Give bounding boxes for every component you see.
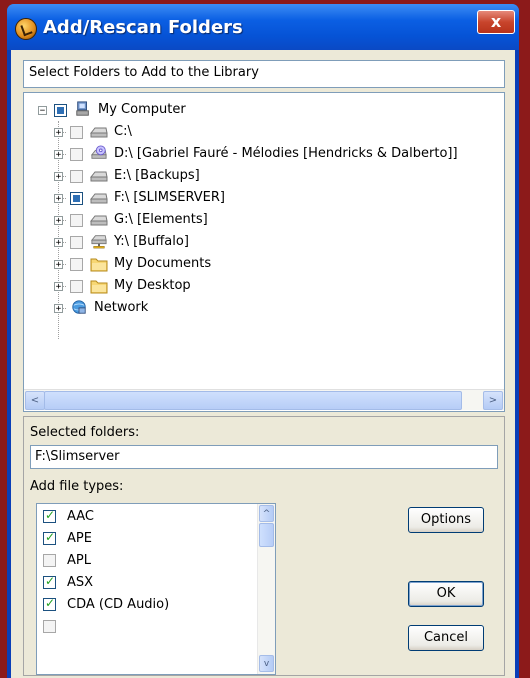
selected-folders-label: Selected folders: — [30, 425, 140, 440]
tree-label: My Desktop — [114, 278, 191, 293]
tree-label: F:\ [SLIMSERVER] — [114, 190, 225, 205]
file-type-label: APE — [67, 531, 92, 546]
tree-item-drive-g[interactable]: + G:\ [Elements] — [24, 209, 504, 231]
file-type-checkbox[interactable] — [43, 620, 56, 633]
scroll-up-button[interactable]: ^ — [259, 505, 274, 522]
scroll-thumb[interactable] — [259, 523, 274, 547]
folder-icon — [90, 258, 108, 272]
file-types-label: Add file types: — [30, 479, 124, 494]
tree-item-drive-y[interactable]: + Y:\ [Buffalo] — [24, 231, 504, 253]
tree-item-my-desktop[interactable]: + My Desktop — [24, 275, 504, 297]
expand-icon[interactable]: + — [54, 282, 63, 292]
selected-folders-value: F:\Slimserver — [35, 449, 120, 464]
ok-button[interactable]: OK — [408, 581, 484, 607]
expand-icon[interactable]: + — [54, 216, 63, 226]
folder-tree[interactable]: − My Computer + C:\ + D:\ [Gabriel Fauré… — [23, 92, 505, 412]
prompt-text: Select Folders to Add to the Library — [29, 65, 259, 80]
tree-item-drive-d[interactable]: + D:\ [Gabriel Fauré - Mélodies [Hendric… — [24, 143, 504, 165]
tree-item-drive-c[interactable]: + C:\ — [24, 121, 504, 143]
dialog-window: Add/Rescan Folders x Select Folders to A… — [7, 4, 519, 678]
close-button[interactable]: x — [477, 10, 515, 34]
drive-icon — [90, 193, 108, 204]
file-type-checkbox[interactable] — [43, 574, 56, 589]
tree-checkbox[interactable] — [70, 148, 83, 161]
options-panel: Selected folders: F:\Slimserver Add file… — [23, 416, 505, 676]
expand-icon[interactable]: + — [54, 304, 63, 314]
tree-label: My Documents — [114, 256, 212, 271]
tree-item-drive-f[interactable]: + F:\ [SLIMSERVER] — [24, 187, 504, 209]
scroll-left-button[interactable]: < — [25, 391, 45, 410]
prompt-box: Select Folders to Add to the Library — [23, 60, 505, 88]
file-type-checkbox[interactable] — [43, 530, 56, 545]
tree-checkbox[interactable] — [70, 236, 83, 249]
expand-icon[interactable]: + — [54, 150, 63, 160]
file-type-checkbox[interactable] — [43, 554, 56, 567]
drive-icon — [90, 171, 108, 182]
computer-icon — [76, 101, 89, 116]
tree-checkbox[interactable] — [70, 258, 83, 271]
selected-folders-field[interactable]: F:\Slimserver — [30, 445, 498, 469]
options-button[interactable]: Options — [408, 507, 484, 533]
expand-icon[interactable]: + — [54, 194, 63, 204]
tree-label: G:\ [Elements] — [114, 212, 208, 227]
expand-icon[interactable]: + — [54, 172, 63, 182]
app-icon — [15, 18, 37, 40]
file-type-checkbox[interactable] — [43, 508, 56, 523]
window-title: Add/Rescan Folders — [43, 17, 243, 38]
tree-item-drive-e[interactable]: + E:\ [Backups] — [24, 165, 504, 187]
file-type-label: APL — [67, 553, 91, 568]
file-type-checkbox[interactable] — [43, 596, 56, 611]
tree-item-my-documents[interactable]: + My Documents — [24, 253, 504, 275]
folder-icon — [90, 280, 108, 294]
scroll-down-button[interactable]: v — [259, 655, 274, 672]
drive-icon — [90, 127, 108, 138]
scroll-right-button[interactable]: > — [483, 391, 503, 410]
expand-icon[interactable]: + — [54, 260, 63, 270]
cancel-button[interactable]: Cancel — [408, 625, 484, 651]
tree-label: Network — [94, 300, 149, 315]
network-drive-icon — [90, 235, 107, 249]
tree-label: Y:\ [Buffalo] — [114, 234, 189, 249]
tree-checkbox[interactable] — [54, 104, 67, 117]
window-frame: Add/Rescan Folders x Select Folders to A… — [0, 0, 530, 678]
network-icon — [72, 300, 86, 314]
tree-item-my-computer[interactable]: − My Computer — [24, 99, 504, 121]
collapse-icon[interactable]: − — [38, 106, 47, 116]
tree-checkbox[interactable] — [70, 214, 83, 227]
file-type-label: AAC — [67, 509, 94, 524]
tree-checkbox[interactable] — [70, 192, 83, 205]
vertical-scrollbar[interactable]: ^ v — [257, 504, 275, 674]
scroll-thumb[interactable] — [44, 391, 462, 410]
file-types-list[interactable]: AAC APE APL ASX — [36, 503, 276, 675]
tree-label: My Computer — [98, 102, 186, 117]
tree-checkbox[interactable] — [70, 170, 83, 183]
horizontal-scrollbar[interactable]: < > — [24, 389, 504, 410]
expand-icon[interactable]: + — [54, 128, 63, 138]
drive-icon — [90, 215, 108, 226]
file-type-label: ASX — [67, 575, 94, 590]
tree-checkbox[interactable] — [70, 280, 83, 293]
file-type-label: CDA (CD Audio) — [67, 597, 170, 612]
tree-label: D:\ [Gabriel Fauré - Mélodies [Hendricks… — [114, 146, 458, 161]
expand-icon[interactable]: + — [54, 238, 63, 248]
tree-label: E:\ [Backups] — [114, 168, 200, 183]
tree-label: C:\ — [114, 124, 132, 139]
dialog-client-area: Select Folders to Add to the Library − M… — [11, 50, 515, 678]
tree-item-network[interactable]: + Network — [24, 297, 504, 319]
title-bar[interactable]: Add/Rescan Folders x — [7, 4, 519, 50]
cd-drive-icon — [90, 145, 107, 159]
tree-checkbox[interactable] — [70, 126, 83, 139]
